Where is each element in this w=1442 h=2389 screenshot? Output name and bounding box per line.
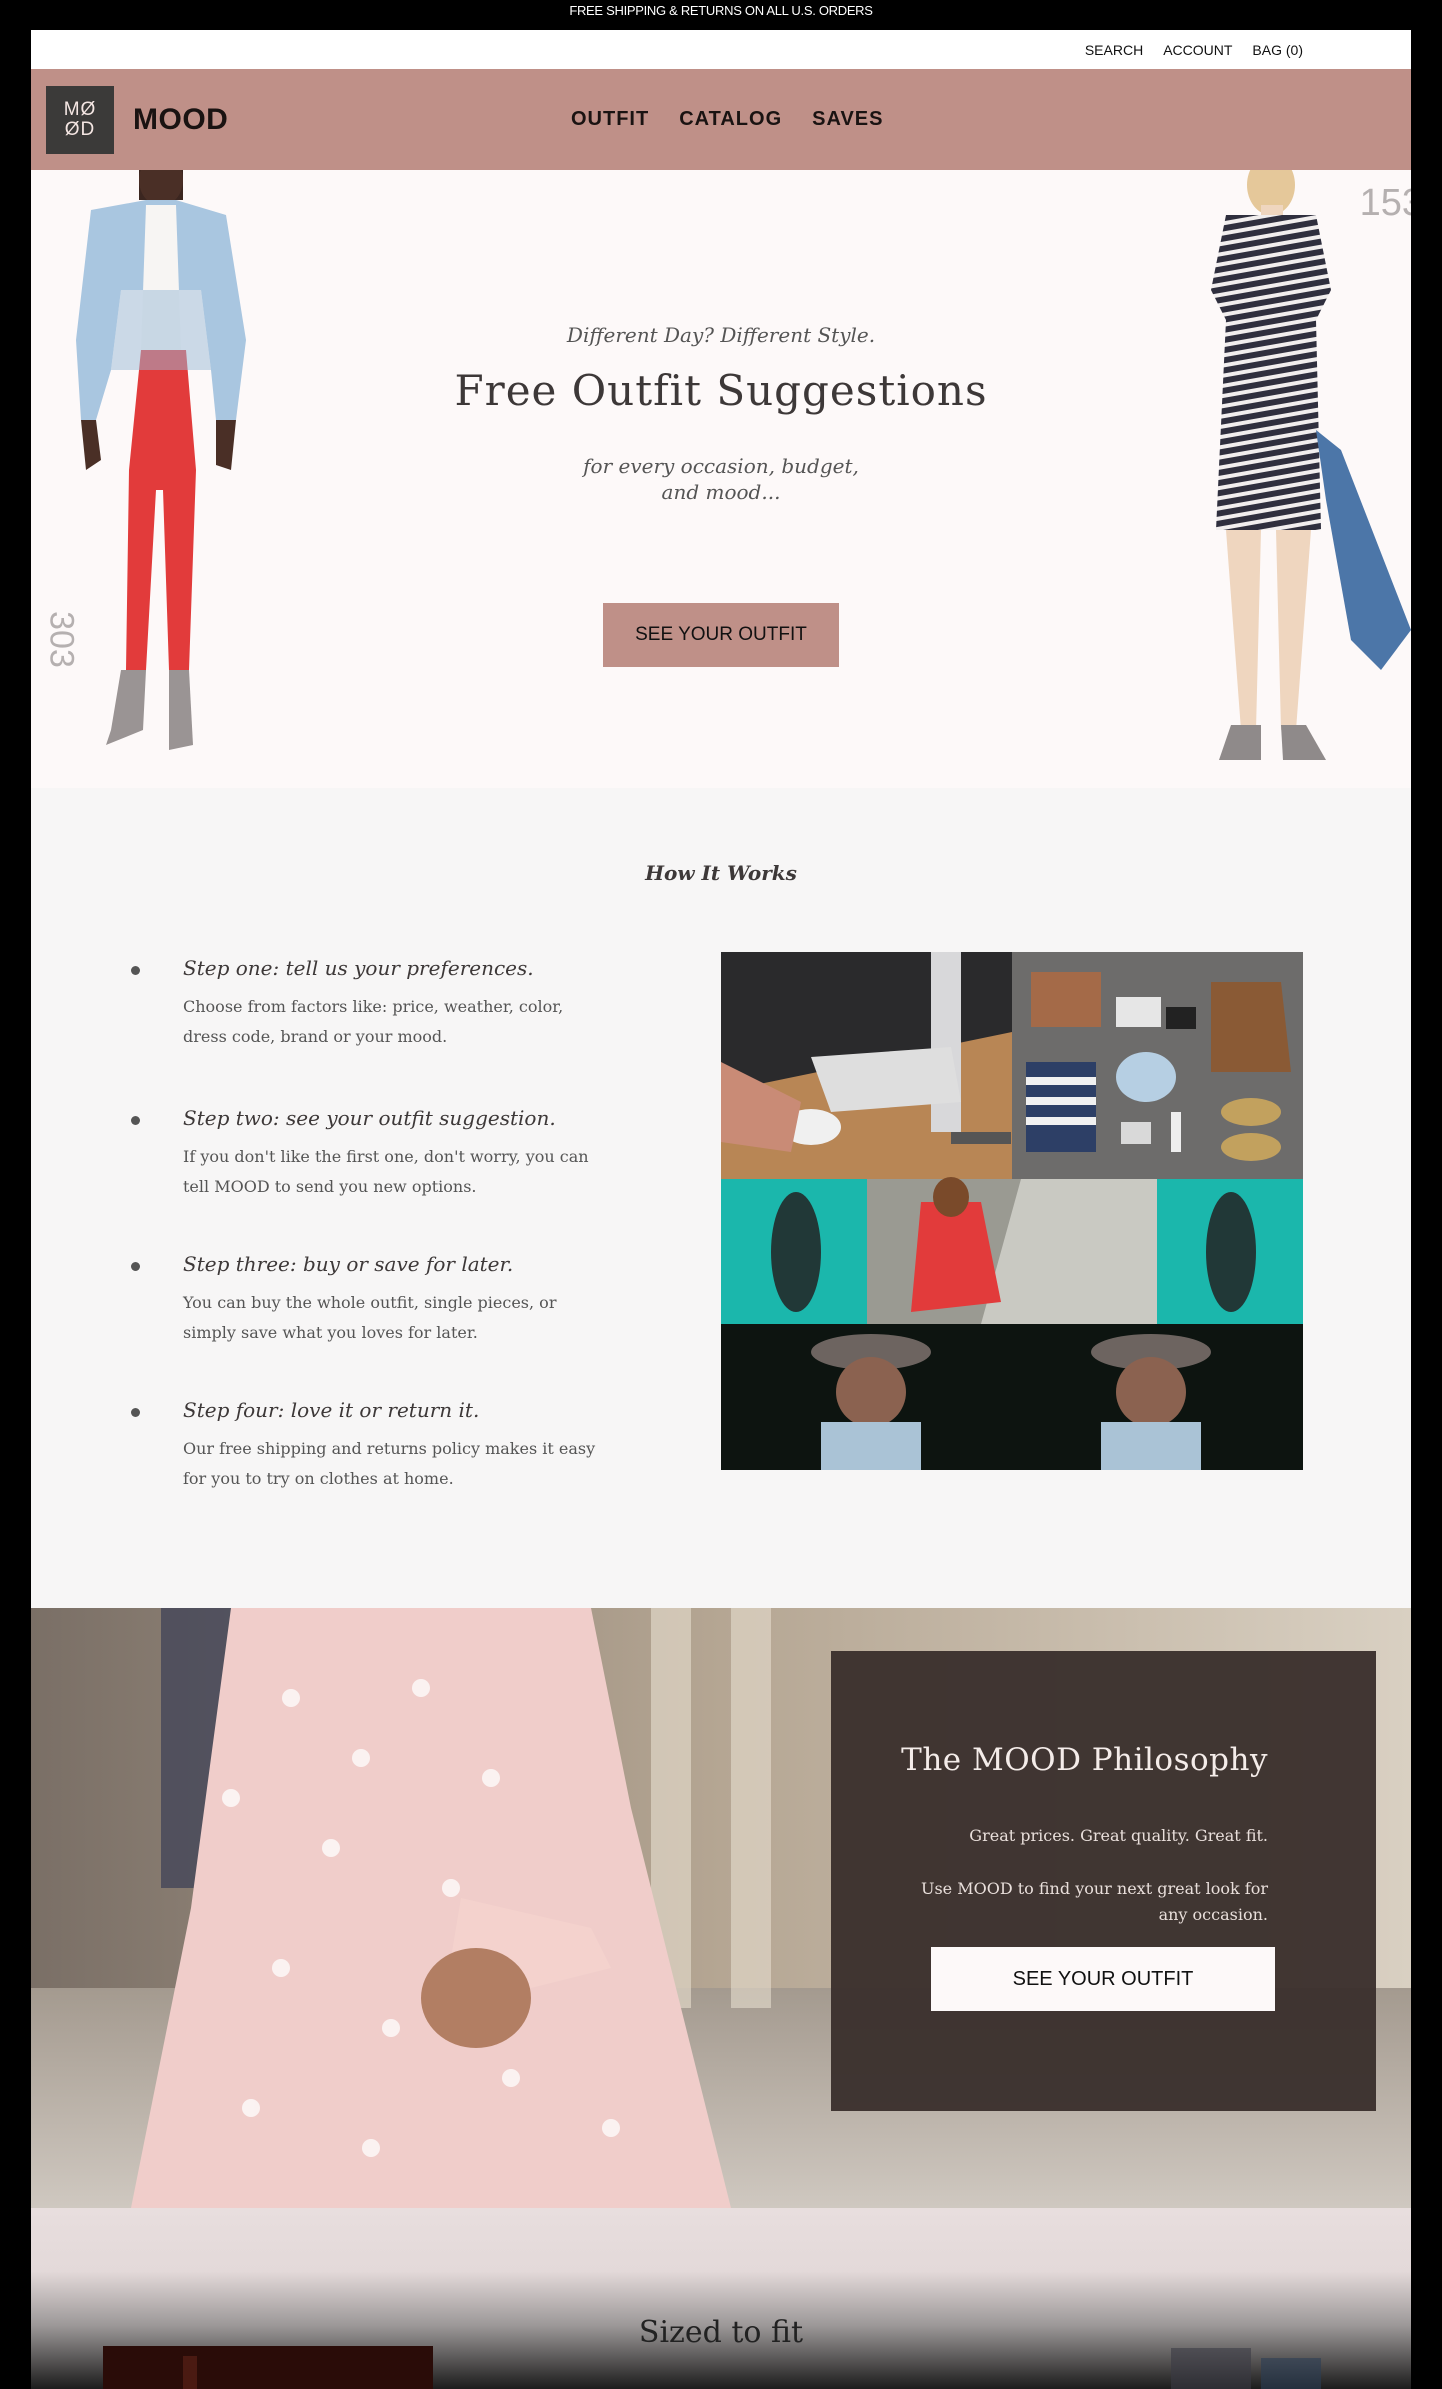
bullet-icon [131,966,140,975]
bag-link[interactable]: BAG (0) [1252,42,1303,58]
how-it-works-section: How It Works Step one: tell us your pref… [31,788,1411,1608]
nav-outfit[interactable]: OUTFIT [571,108,649,131]
logo-line-1: MØ [63,99,97,120]
hero-subtitle: for every occasion, budget, and mood... [583,454,859,504]
main-nav: OUTFIT CATALOG SAVES [571,69,883,170]
philosophy-title: The MOOD Philosophy [901,1742,1268,1778]
logo-line-2: ØD [64,119,96,140]
brand-name[interactable]: MOOD [133,69,228,170]
account-link[interactable]: ACCOUNT [1163,42,1232,58]
step-title: Step four: love it or return it. [183,1398,480,1422]
step-description: If you don't like the first one, don't w… [183,1147,589,1196]
step-title: Step two: see your outfit suggestion. [183,1106,556,1130]
hero-number-left: 303 [42,611,81,668]
utility-links: SEARCH ACCOUNT BAG (0) [1085,30,1303,69]
search-link[interactable]: SEARCH [1085,42,1143,58]
hero-tagline: Different Day? Different Style. [566,323,876,347]
philosophy-panel: The MOOD Philosophy Great prices. Great … [831,1651,1376,2111]
philosophy-line-2: Use MOOD to find your next great look fo… [920,1879,1268,1924]
hero-section: 303 153 Different Day? Different Style. … [31,170,1411,788]
page: SEARCH ACCOUNT BAG (0) MØ ØD MOOD OUTFIT… [31,30,1411,2389]
step-description: Choose from factors like: price, weather… [183,997,564,1046]
hero-title: Free Outfit Suggestions [454,366,988,415]
logo[interactable]: MØ ØD [46,86,114,154]
philosophy-see-outfit-button[interactable]: SEE YOUR OUTFIT [931,1947,1275,2011]
step-description: You can buy the whole outfit, single pie… [183,1293,557,1342]
site-header: MØ ØD MOOD OUTFIT CATALOG SAVES [31,69,1411,170]
bullet-icon [131,1408,140,1417]
nav-catalog[interactable]: CATALOG [679,108,782,131]
sized-left-image [103,2346,433,2389]
philosophy-section: The MOOD Philosophy Great prices. Great … [31,1608,1411,2208]
sized-right-image [1171,2348,1321,2389]
bullet-icon [131,1262,140,1271]
sized-to-fit-section: Sized to fit [31,2208,1411,2389]
philosophy-line-1: Great prices. Great quality. Great fit. [969,1826,1268,1845]
model-right-image [1211,170,1411,760]
step-title: Step one: tell us your preferences. [183,956,534,980]
nav-saves[interactable]: SAVES [812,108,883,131]
bullet-icon [131,1116,140,1125]
how-it-works-collage-image [721,952,1303,1470]
see-outfit-button[interactable]: SEE YOUR OUTFIT [603,603,839,667]
model-left-image [76,170,246,750]
announcement-bar: FREE SHIPPING & RETURNS ON ALL U.S. ORDE… [0,0,1442,30]
step-title: Step three: buy or save for later. [183,1252,514,1276]
how-it-works-heading: How It Works [645,861,797,885]
step-description: Our free shipping and returns policy mak… [183,1439,596,1488]
utility-bar: SEARCH ACCOUNT BAG (0) [31,30,1411,69]
